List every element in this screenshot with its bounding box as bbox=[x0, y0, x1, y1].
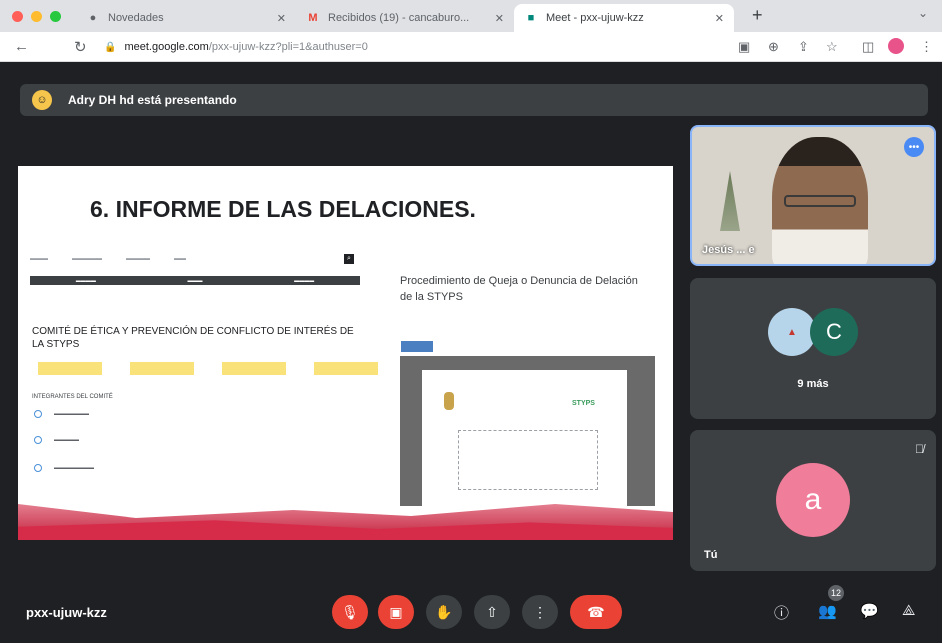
participant-name: Jesús ... e bbox=[702, 244, 755, 256]
committee-link-box bbox=[130, 362, 194, 375]
share-icon[interactable]: ⇪ bbox=[798, 39, 809, 55]
people-count-badge: 12 bbox=[828, 585, 844, 601]
present-screen-button[interactable]: ⇧ bbox=[474, 595, 510, 629]
tab-search-chevron-icon[interactable]: ⌄ bbox=[918, 6, 928, 20]
participant-tile-speaker[interactable]: ••• Jesús ... e bbox=[690, 125, 936, 266]
person-icon bbox=[34, 436, 42, 444]
participant-avatar: C bbox=[810, 308, 858, 356]
info-icon[interactable]: ⓘ bbox=[774, 602, 789, 623]
close-tab-icon[interactable]: ✕ bbox=[495, 12, 504, 25]
close-window-button[interactable] bbox=[12, 11, 23, 22]
committee-link-box bbox=[314, 362, 378, 375]
committee-heading: COMITÉ DE ÉTICA Y PREVENCIÓN DE CONFLICT… bbox=[32, 326, 354, 350]
tab-label: Meet - pxx-ujuw-kzz bbox=[546, 12, 644, 24]
activities-icon[interactable]: ⟁ bbox=[902, 602, 915, 619]
maximize-window-button[interactable] bbox=[50, 11, 61, 22]
participant-tile-others[interactable]: ▲ C 9 más bbox=[690, 278, 936, 419]
window-controls bbox=[12, 11, 61, 22]
self-avatar: a bbox=[776, 463, 850, 537]
members-label: INTEGRANTES DEL COMITÉ bbox=[32, 394, 113, 400]
procedure-document-screenshot: STYPS bbox=[400, 356, 655, 506]
zoom-icon[interactable]: ⊕ bbox=[768, 39, 779, 55]
background-plant bbox=[720, 171, 740, 231]
address-bar[interactable]: 🔒 meet.google.com /pxx-ujuw-kzz?pli=1&au… bbox=[104, 36, 724, 58]
reload-icon[interactable]: ↻ bbox=[74, 38, 87, 56]
screen: ● Novedades ✕ M Recibidos (19) - cancabu… bbox=[0, 0, 942, 643]
lock-icon: 🔒 bbox=[104, 41, 117, 53]
participant-avatar: ▲ bbox=[768, 308, 816, 356]
self-label: Tú bbox=[704, 549, 718, 561]
person-icon bbox=[34, 410, 42, 418]
tab-groups-icon[interactable]: ◫ bbox=[862, 39, 874, 55]
leave-call-button[interactable]: ☎ bbox=[570, 595, 622, 629]
embedded-site-menu-bar: ▬▬▬▬ ▬▬▬ ▬▬▬▬ bbox=[30, 276, 360, 285]
people-icon[interactable]: 👥 bbox=[818, 602, 837, 620]
profile-avatar[interactable] bbox=[888, 38, 904, 54]
close-tab-icon[interactable]: ✕ bbox=[715, 12, 724, 25]
participant-tile-self[interactable]: 🎙̸ a Tú bbox=[690, 430, 936, 571]
more-options-button[interactable]: ⋮ bbox=[522, 595, 558, 629]
speaking-indicator-icon: ••• bbox=[904, 137, 924, 157]
slide-title: 6. INFORME DE LAS DELACIONES. bbox=[90, 196, 476, 222]
raise-hand-button[interactable]: ✋ bbox=[426, 595, 462, 629]
seal-icon bbox=[444, 392, 454, 410]
back-arrow-icon[interactable]: ← bbox=[14, 38, 29, 55]
browser-tab-strip: ● Novedades ✕ M Recibidos (19) - cancabu… bbox=[0, 0, 942, 32]
browser-toolbar: ← ↻ 🔒 meet.google.com /pxx-ujuw-kzz?pli=… bbox=[0, 32, 942, 62]
tab-meet[interactable]: ■ Meet - pxx-ujuw-kzz ✕ bbox=[514, 4, 734, 32]
end-call-icon: ☎ bbox=[587, 603, 605, 620]
present-icon: ⇧ bbox=[486, 603, 498, 620]
presenting-text: Adry DH hd está presentando bbox=[68, 93, 237, 107]
more-participants-count: 9 más bbox=[797, 378, 829, 390]
new-tab-button[interactable]: + bbox=[752, 5, 763, 26]
close-tab-icon[interactable]: ✕ bbox=[277, 12, 286, 25]
committee-buttons bbox=[38, 362, 378, 375]
member-item: ▬▬▬▬▬▬▬▬ bbox=[34, 464, 94, 472]
minimize-window-button[interactable] bbox=[31, 11, 42, 22]
chat-icon[interactable]: 💬 bbox=[860, 602, 879, 620]
camera-off-button[interactable]: ▣ bbox=[378, 595, 414, 629]
procedure-heading: Procedimiento de Queja o Denuncia de Del… bbox=[400, 275, 638, 303]
document-page: STYPS bbox=[422, 370, 627, 506]
url-path: /pxx-ujuw-kzz?pli=1&authuser=0 bbox=[208, 41, 368, 53]
hand-icon: ✋ bbox=[435, 603, 453, 620]
person-icon bbox=[34, 464, 42, 472]
meet-icon: ■ bbox=[527, 12, 535, 24]
styps-logo: STYPS bbox=[572, 400, 595, 407]
mic-off-icon: 🎙 bbox=[341, 603, 359, 620]
glasses bbox=[784, 195, 856, 207]
committee-link-box bbox=[222, 362, 286, 375]
presentation-slide: 6. INFORME DE LAS DELACIONES. ▬▬▬ ▬▬▬▬▬ ▬▬… bbox=[18, 166, 673, 540]
meet-stage: ☺ Adry DH hd está presentando 6. INFORME… bbox=[0, 62, 942, 643]
url-host: meet.google.com bbox=[124, 41, 209, 53]
bookmark-star-icon[interactable]: ☆ bbox=[826, 39, 838, 55]
committee-link-box bbox=[38, 362, 102, 375]
mic-off-icon: 🎙̸ bbox=[915, 442, 924, 456]
procedure-link-tag bbox=[401, 341, 433, 352]
tab-label: Recibidos (19) - cancaburo... bbox=[328, 12, 470, 24]
search-icon: ⌕ bbox=[344, 254, 354, 264]
member-item: ▬▬▬▬▬ bbox=[34, 436, 79, 444]
camera-off-icon: ▣ bbox=[389, 603, 403, 620]
camera-permission-icon[interactable]: ▣ bbox=[738, 39, 750, 55]
tab-novedades[interactable]: ● Novedades ✕ bbox=[76, 4, 296, 32]
mic-off-button[interactable]: 🎙 bbox=[332, 595, 368, 629]
document-form bbox=[458, 430, 598, 490]
github-icon: ● bbox=[89, 12, 97, 24]
tab-label: Novedades bbox=[108, 12, 164, 24]
gmail-icon: M bbox=[308, 12, 318, 24]
presenting-banner: ☺ Adry DH hd está presentando bbox=[20, 84, 928, 116]
member-item: ▬▬▬▬▬▬▬ bbox=[34, 410, 89, 418]
tab-gmail[interactable]: M Recibidos (19) - cancaburo... ✕ bbox=[296, 4, 514, 32]
presenter-avatar: ☺ bbox=[32, 90, 52, 110]
more-vert-icon: ⋮ bbox=[533, 603, 547, 620]
embedded-site-nav: ▬▬▬ ▬▬▬▬▬ ▬▬▬▬ ▬▬ bbox=[30, 256, 186, 262]
meeting-code: pxx-ujuw-kzz bbox=[26, 605, 107, 620]
more-menu-icon[interactable]: ⋮ bbox=[920, 39, 933, 55]
